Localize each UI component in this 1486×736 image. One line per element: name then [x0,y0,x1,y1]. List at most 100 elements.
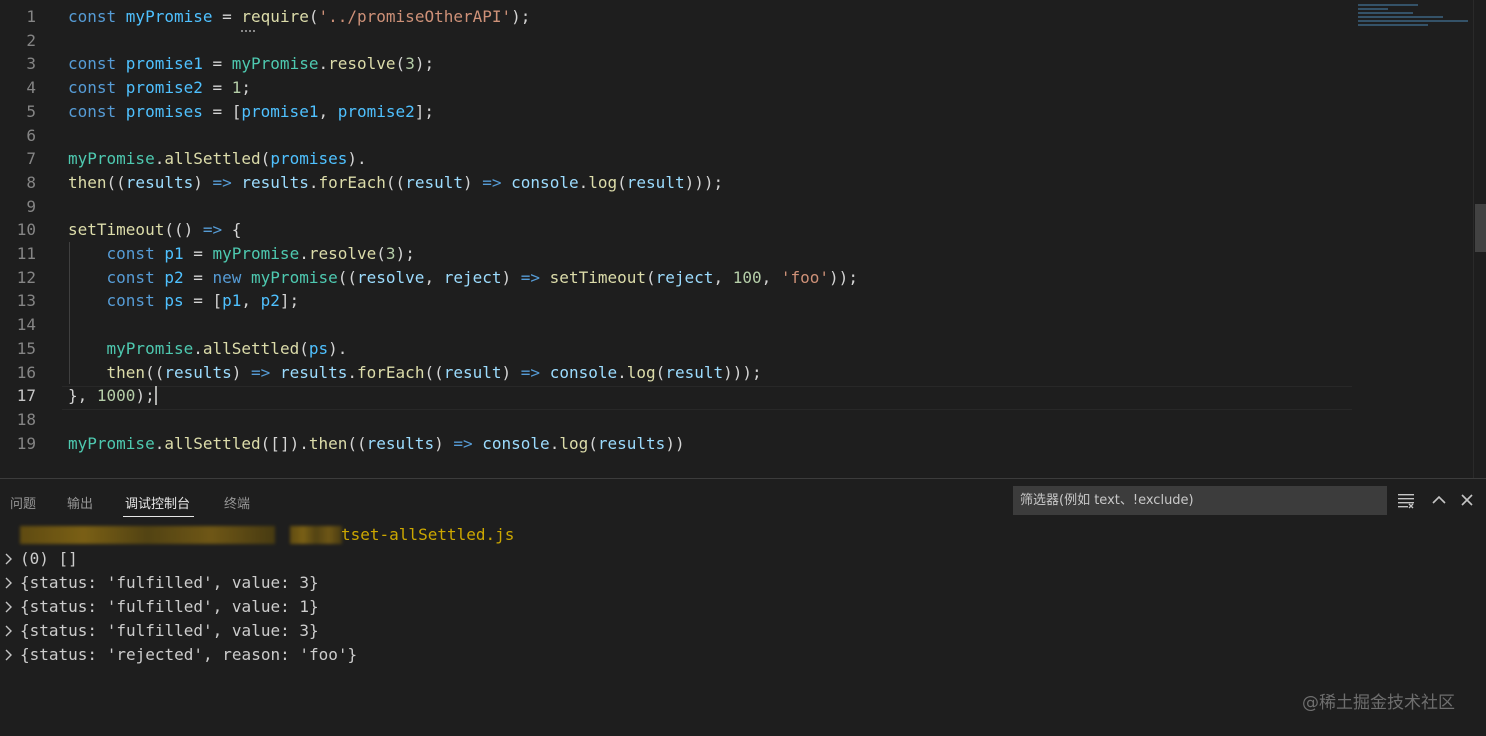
expand-chevron-icon[interactable] [3,553,15,565]
code-text[interactable]: const promises = [promise1, promise2]; [68,100,434,124]
code-line[interactable]: 12 const p2 = new myPromise((resolve, re… [0,266,1355,290]
code-line[interactable]: 14 [0,313,1355,337]
line-number: 13 [16,291,36,311]
code-token: ) [501,267,521,287]
code-text[interactable]: const promise2 = 1; [68,76,251,100]
expand-chevron-icon[interactable] [3,649,15,661]
code-text[interactable]: myPromise.allSettled([]).then((results) … [68,432,685,456]
code-line[interactable]: 7 myPromise.allSettled(promises). [0,147,1355,171]
code-token: result [443,362,502,382]
code-line[interactable]: 13 const ps = [p1, p2]; [0,289,1355,313]
output-entry[interactable]: {status: 'rejected', reason: 'foo'} [0,643,600,667]
code-line[interactable]: 18 [0,408,1355,432]
code-token: results [597,433,666,453]
code-line[interactable]: 9 [0,195,1355,219]
code-line[interactable]: 15 myPromise.allSettled(ps). [0,337,1355,361]
code-text[interactable]: const p2 = new myPromise((resolve, rejec… [68,266,858,290]
code-line[interactable]: 6 [0,124,1355,148]
code-token: ( [617,172,627,192]
filter-input[interactable] [1013,486,1387,515]
output-text: {status: 'fulfilled', value: 3} [20,621,319,640]
code-token: = [202,54,232,74]
line-number: 7 [26,149,36,169]
code-token: ))); [723,362,762,382]
code-text[interactable]: }, 1000); [68,384,157,408]
chevron-up-icon[interactable] [1428,489,1450,511]
output-text: {status: 'rejected', reason: 'foo'} [20,645,358,664]
code-token: const [106,244,165,263]
code-token: . [299,244,309,263]
code-text[interactable]: then((results) => results.forEach((resul… [68,361,762,385]
code-token: (( [337,267,357,287]
code-token: ( [646,267,656,287]
code-token: ); [414,54,435,74]
scrollbar-thumb[interactable] [1475,204,1486,252]
line-number: 9 [26,196,36,216]
minimap[interactable] [1358,4,1473,54]
tab-terminal[interactable]: 终端 [224,493,250,512]
code-token: ) [193,172,213,192]
code-text[interactable]: setTimeout(() => { [68,218,241,242]
code-token: ]; [414,101,435,121]
code-token: . [578,172,589,192]
code-line[interactable]: 8 then((results) => results.forEach((resu… [0,171,1355,195]
tab-debug-console[interactable]: 调试控制台 [123,493,195,517]
code-token: ps [308,338,329,358]
code-line[interactable]: 10 setTimeout(() => { [0,218,1355,242]
watermark: @稀土掘金技术社区 [1302,693,1455,713]
code-token: ( [655,362,666,382]
code-token: => [251,362,271,382]
code-token: ) [231,362,252,382]
redacted-path [20,526,275,544]
code-line[interactable]: 2 [0,29,1355,53]
expand-chevron-icon[interactable] [3,577,15,589]
code-text[interactable]: const p1 = myPromise.resolve(3); [68,242,415,266]
editor-scrollbar[interactable] [1473,0,1486,478]
code-token: myPromise [251,267,338,287]
output-entry[interactable]: {status: 'fulfilled', value: 3} [0,619,600,643]
code-token: p2 [260,291,280,311]
output-entry[interactable]: {status: 'fulfilled', value: 1} [0,595,600,619]
collapse-all-icon[interactable] [1395,489,1417,511]
output-file-name[interactable]: tset-allSettled.js [341,523,514,547]
active-tab-indicator [123,516,195,517]
expand-chevron-icon[interactable] [3,601,15,613]
code-line[interactable]: 19 myPromise.allSettled([]).then((results… [0,432,1355,456]
output-text: {status: 'fulfilled', value: 1} [20,597,319,616]
code-text[interactable]: const myPromise = require('../promiseOth… [68,5,530,29]
code-line[interactable]: 11 const p1 = myPromise.resolve(3); [0,242,1355,266]
code-line[interactable]: 3 const promise1 = myPromise.resolve(3); [0,52,1355,76]
code-token: results [125,172,194,192]
code-token: then [68,172,107,192]
expand-chevron-icon[interactable] [3,625,15,637]
code-token: p1 [222,291,242,311]
line-number: 5 [26,101,36,121]
code-token: myPromise [125,7,213,26]
code-token: (( [145,362,165,382]
code-token: . [549,433,560,453]
tab-output[interactable]: 输出 [67,493,93,512]
output-entry[interactable]: (0) [] [0,547,600,571]
close-icon[interactable] [1456,489,1478,511]
code-line[interactable]: 1 const myPromise = require('../promiseOt… [0,5,1355,29]
code-text[interactable]: myPromise.allSettled(ps). [68,337,348,361]
code-text[interactable]: then((results) => results.forEach((resul… [68,171,723,195]
code-token: = [212,7,242,26]
code-line[interactable]: 5 const promises = [promise1, promise2]; [0,100,1355,124]
code-text[interactable]: myPromise.allSettled(promises). [68,147,367,171]
code-line[interactable]: 4 const promise2 = 1; [0,76,1355,100]
code-text[interactable]: const ps = [p1, p2]; [68,289,300,313]
tab-problems[interactable]: 问题 [10,493,36,512]
code-token: ; [241,78,252,98]
output-entry[interactable]: {status: 'fulfilled', value: 3} [0,571,600,595]
code-line[interactable]: 16 then((results) => results.forEach((re… [0,361,1355,385]
code-token: log [588,172,618,192]
code-editor[interactable]: 1 const myPromise = require('../promiseOt… [0,0,1486,478]
code-line[interactable]: 17}, 1000); [0,384,1355,408]
code-text[interactable]: const promise1 = myPromise.resolve(3); [68,52,434,76]
code-token: const [106,291,165,311]
